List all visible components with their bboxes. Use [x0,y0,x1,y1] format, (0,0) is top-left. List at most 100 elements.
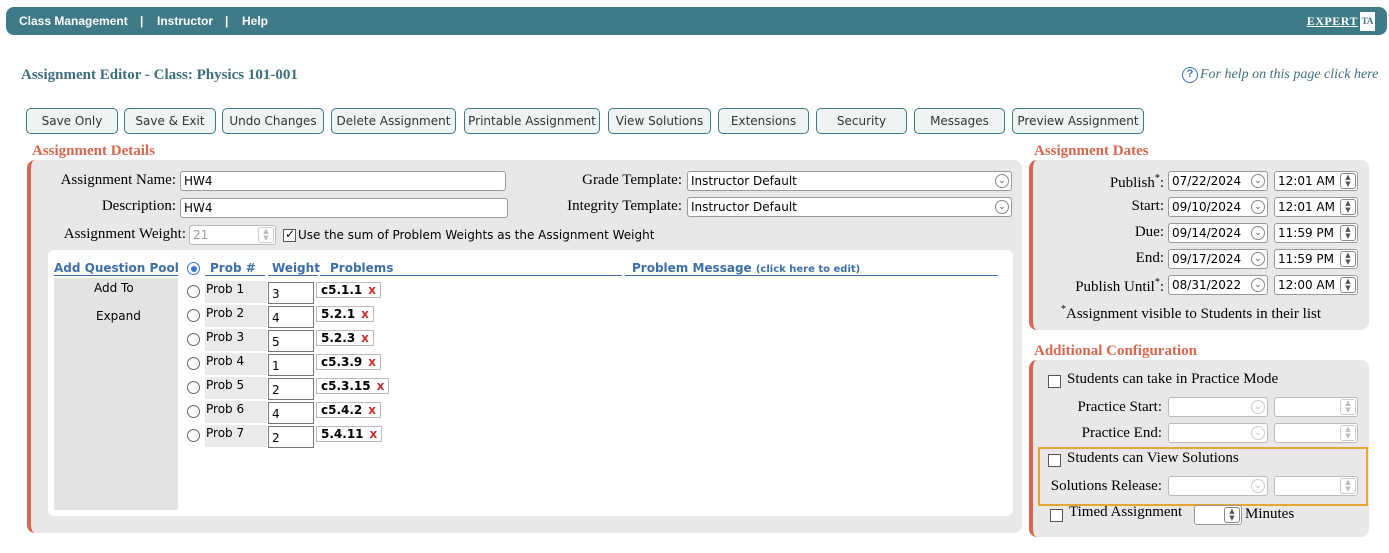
practice-start-date-select[interactable]: ⌄ [1168,397,1268,417]
stepper-arrows-icon[interactable]: ▲ ▼ [1340,277,1356,293]
problem-weight-input[interactable]: 5 [268,330,314,352]
problem-row-radio[interactable] [187,309,200,322]
problem-row-radio[interactable] [187,285,200,298]
header-underline [268,275,318,276]
end-time-stepper[interactable]: 11:59 PM ▲ ▼ [1274,249,1358,269]
solutions-release-date-select[interactable]: ⌄ [1168,476,1268,496]
start-time-stepper[interactable]: 12:01 AM ▲ ▼ [1274,197,1358,217]
problem-row-radio[interactable] [187,405,200,418]
stepper-arrows-icon[interactable]: ▲ ▼ [1340,425,1356,441]
nav-separator: | [140,14,144,28]
col-problem-message[interactable]: Problem Message (click here to edit) [632,261,860,275]
add-question-pool-link[interactable]: Add Question Pool [54,261,179,275]
problem-tag[interactable]: c5.3.15 x [316,378,390,394]
stepper-arrows-icon[interactable]: ▲ ▼ [1340,478,1356,494]
problem-weight-input[interactable]: 3 [268,282,314,304]
delete-assignment-button[interactable]: Delete Assignment [331,108,456,134]
remove-problem-icon[interactable]: x [361,307,369,321]
logo-badge-icon: TA [1360,12,1375,31]
problem-row-radio[interactable] [187,333,200,346]
solutions-release-time-stepper[interactable]: ▲ ▼ [1274,476,1358,496]
printable-assignment-button[interactable]: Printable Assignment [464,108,600,134]
problem-row-radio[interactable] [187,429,200,442]
problem-tag[interactable]: c5.1.1 x [316,282,382,298]
nav-class-management[interactable]: Class Management [19,14,128,28]
end-date-select[interactable]: 09/17/2024 ⌄ [1168,249,1268,269]
select-all-radio[interactable] [187,262,200,275]
chevron-down-icon: ⌄ [1251,252,1265,266]
remove-problem-icon[interactable]: x [368,355,376,369]
help-link-text[interactable]: For help on this page click here [1200,67,1378,83]
problem-weight-input[interactable]: 4 [268,306,314,328]
problem-tag[interactable]: c5.4.2 x [316,402,382,418]
publish-date-select[interactable]: 07/22/2024 ⌄ [1168,171,1268,191]
problem-weight-input[interactable]: 2 [268,426,314,448]
sum-weights-checkbox[interactable] [283,227,296,242]
problem-tag[interactable]: c5.3.9 x [316,354,382,370]
problem-weight-input[interactable]: 4 [268,402,314,424]
problem-row-radio[interactable] [187,381,200,394]
remove-problem-icon[interactable]: x [368,283,376,297]
add-to-label[interactable]: Add To [94,281,134,295]
stepper-arrows-icon[interactable]: ▲ ▼ [1340,173,1356,189]
stepper-arrows-icon[interactable]: ▲ ▼ [1340,251,1356,267]
expand-label[interactable]: Expand [96,309,141,323]
assignment-dates-title: Assignment Dates [1034,143,1149,159]
end-date-label: End: [1040,250,1164,267]
assignment-weight-stepper[interactable]: 21 ▲ ▼ [189,225,276,245]
remove-problem-icon[interactable]: x [377,379,385,393]
col-problem-message-hint[interactable]: (click here to edit) [756,264,860,275]
stepper-arrows-icon[interactable]: ▲ ▼ [258,227,274,243]
header-underline [54,275,178,276]
start-date-select[interactable]: 09/10/2024 ⌄ [1168,197,1268,217]
help-link[interactable]: ? For help on this page click here [1182,67,1378,83]
assignment-name-input[interactable]: HW4 [180,171,506,191]
problem-tag[interactable]: 5.2.1 x [316,306,374,322]
stepper-arrows-icon[interactable]: ▲ ▼ [1340,399,1356,415]
date-label-text: Due [1134,224,1160,240]
nav-instructor[interactable]: Instructor [157,14,213,28]
practice-start-time-stepper[interactable]: ▲ ▼ [1274,397,1358,417]
date-value: 09/10/2024 [1172,200,1242,214]
problem-weight-input[interactable]: 2 [268,378,314,400]
remove-problem-icon[interactable]: x [370,427,378,441]
date-value: 08/31/2022 [1172,278,1242,292]
stepper-arrows-icon[interactable]: ▲ ▼ [1340,225,1356,241]
problem-row-radio[interactable] [187,357,200,370]
security-button[interactable]: Security [816,108,907,134]
preview-assignment-button[interactable]: Preview Assignment [1012,108,1144,134]
practice-end-time-stepper[interactable]: ▲ ▼ [1274,423,1358,443]
col-prob-number: Prob # [210,261,256,275]
expert-ta-logo[interactable]: EXPERT TA [1307,12,1375,31]
nav-help[interactable]: Help [242,14,268,28]
save-only-button[interactable]: Save Only [26,108,118,134]
extensions-button[interactable]: Extensions [718,108,809,134]
view-solutions-checkbox[interactable] [1048,454,1061,467]
view-solutions-button[interactable]: View Solutions [608,108,711,134]
practice-end-date-select[interactable]: ⌄ [1168,423,1268,443]
timed-minutes-stepper[interactable]: ▲ ▼ [1194,505,1242,525]
problem-tag[interactable]: 5.2.3 x [316,330,374,346]
col-problems: Problems [330,261,394,275]
grade-template-select[interactable]: Instructor Default ⌄ [687,171,1012,191]
problem-tag[interactable]: 5.4.11 x [316,426,383,442]
practice-mode-checkbox[interactable] [1048,375,1061,388]
due-time-stepper[interactable]: 11:59 PM ▲ ▼ [1274,223,1358,243]
stepper-arrows-icon[interactable]: ▲ ▼ [1224,507,1240,523]
description-input[interactable]: HW4 [180,198,508,218]
dates-footnote-text: Assignment visible to Students in their … [1066,306,1321,322]
publish-until-time-stepper[interactable]: 12:00 AM ▲ ▼ [1274,275,1358,295]
publish-time-stepper[interactable]: 12:01 AM ▲ ▼ [1274,171,1358,191]
problem-weight-input[interactable]: 1 [268,354,314,376]
stepper-arrows-icon[interactable]: ▲ ▼ [1340,199,1356,215]
undo-changes-button[interactable]: Undo Changes [222,108,324,134]
remove-problem-icon[interactable]: x [361,331,369,345]
publish-until-date-select[interactable]: 08/31/2022 ⌄ [1168,275,1268,295]
timed-assignment-checkbox[interactable] [1050,509,1063,522]
remove-problem-icon[interactable]: x [368,403,376,417]
due-date-select[interactable]: 09/14/2024 ⌄ [1168,223,1268,243]
integrity-template-select[interactable]: Instructor Default ⌄ [687,197,1012,217]
messages-button[interactable]: Messages [914,108,1005,134]
save-exit-button[interactable]: Save & Exit [124,108,216,134]
problem-tag-label: c5.3.9 [321,355,363,369]
